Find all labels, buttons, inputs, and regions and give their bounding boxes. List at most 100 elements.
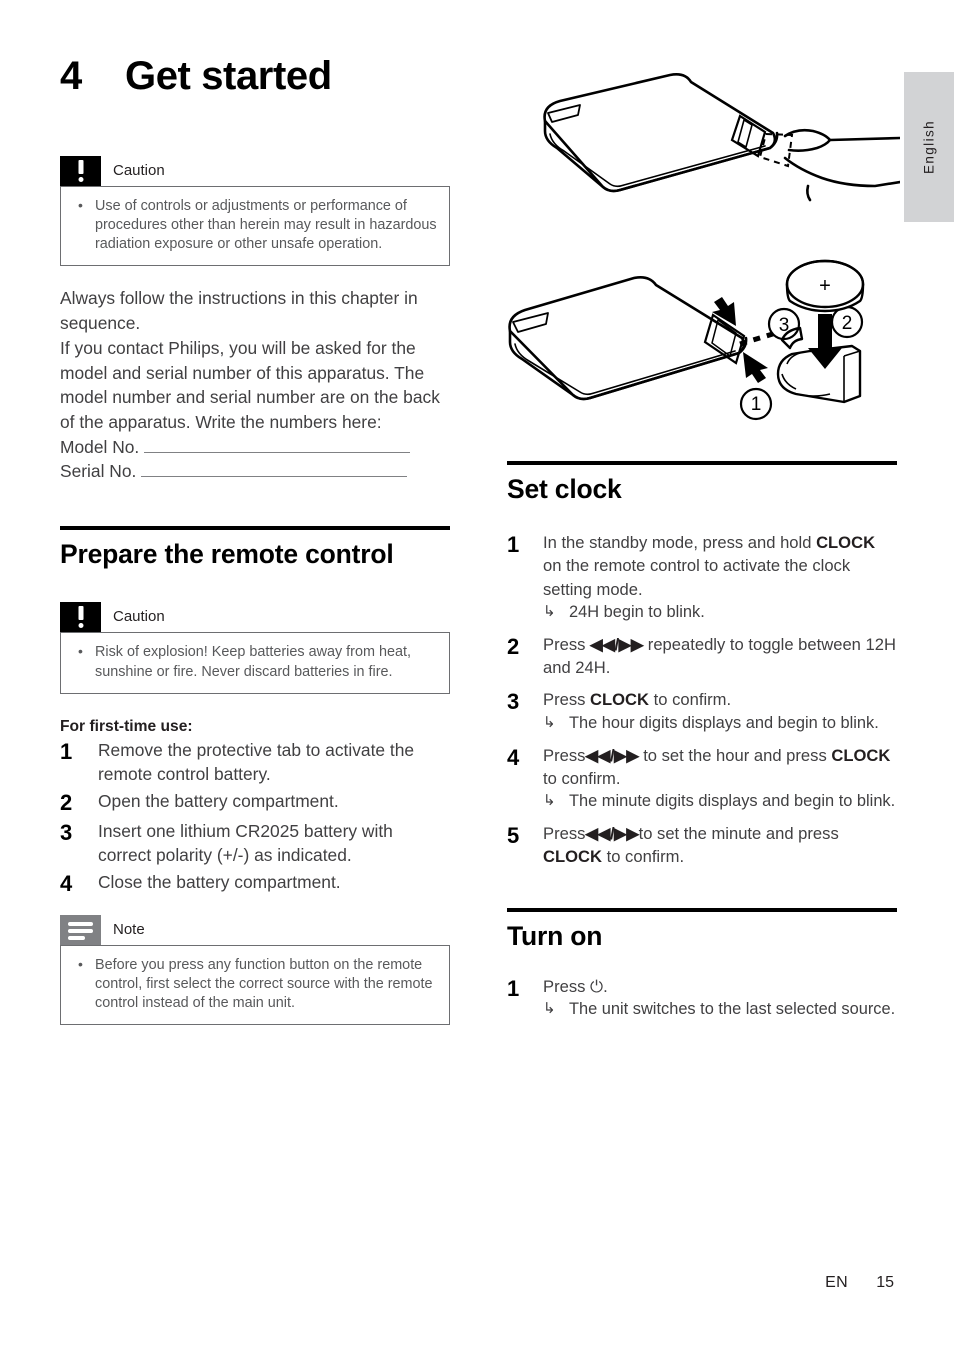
power-standby-icon: ⏻ (590, 976, 604, 996)
step-item: 4 Close the battery compartment. (60, 870, 450, 897)
step-text-pre: Press (543, 823, 586, 843)
step-item: 2 Press ◀◀/▶▶ repeatedly to toggle betwe… (507, 633, 897, 679)
chapter-number: 4 (60, 54, 82, 98)
page-footer: EN 15 (0, 1274, 954, 1292)
footer-language-code: EN (825, 1274, 848, 1291)
step-number: 1 (507, 532, 520, 558)
step-text-bold: CLOCK (816, 533, 876, 553)
step-text: In the standby mode, press and hold CLOC… (543, 531, 897, 624)
step-text-mid: to set the minute and press (638, 823, 839, 843)
intro-paragraph-1: Always follow the instructions in this c… (60, 288, 418, 334)
model-no-blank[interactable] (144, 435, 411, 453)
callout-item: Risk of explosion! Keep batteries away f… (73, 642, 437, 681)
step-text: Open the battery compartment. (98, 790, 339, 811)
step-item: 3 Insert one lithium CR2025 battery with… (60, 819, 450, 867)
caution-exclamation-icon (60, 156, 101, 186)
caution-callout-radiation: Caution Use of controls or adjustments o… (60, 156, 450, 267)
model-no-label: Model No. (60, 436, 140, 457)
step-text-post: . (603, 976, 608, 996)
language-side-tab: English (904, 72, 954, 222)
footer-page-number: 15 (876, 1274, 894, 1291)
callout-item: Before you press any function button on … (73, 955, 437, 1013)
step-text-pre: Press (543, 634, 591, 654)
callout-header: Caution (60, 156, 450, 186)
step-number: 1 (507, 975, 520, 1001)
step-text-post: to confirm. (543, 768, 621, 788)
substep-text: The hour digits displays and begin to bl… (569, 713, 879, 732)
step-number: 4 (60, 870, 73, 896)
step-text: Press CLOCK to confirm. ↳ The hour digit… (543, 688, 897, 734)
section-prepare-remote: Prepare the remote control Caution Risk … (60, 526, 450, 1026)
section-heading-set-clock: Set clock (507, 474, 622, 504)
step-text-pre: In the standby mode, press and hold (543, 533, 817, 553)
substep-text: The minute digits displays and begin to … (569, 791, 896, 810)
set-clock-steps: 1 In the standby mode, press and hold CL… (507, 531, 897, 868)
step-item: 3 Press CLOCK to confirm. ↳ The hour dig… (507, 688, 897, 734)
prev-next-track-icon: ◀◀/▶▶ (585, 823, 639, 843)
step-number: 2 (507, 633, 520, 659)
substep-arrow-icon: ↳ (543, 999, 556, 1017)
substep-text: 24H begin to blink. (569, 602, 705, 621)
model-no-line: Model No. (60, 435, 450, 460)
step-text-bold: CLOCK (590, 690, 650, 710)
section-rule (507, 461, 897, 465)
callout-header: Caution (60, 602, 450, 633)
manual-page: English 4 Get started Caution Use of con… (0, 0, 954, 1349)
step-item: 1 Remove the protective tab to activate … (60, 738, 450, 786)
step-item: 1 Press ⏻. ↳ The unit switches to the la… (507, 975, 897, 1021)
section-heading-turn-on: Turn on (507, 921, 603, 952)
step-text: Insert one lithium CR2025 battery with c… (98, 820, 393, 865)
substep-list: ↳ The minute digits displays and begin t… (543, 790, 897, 813)
step-text: Press◀◀/▶▶to set the minute and press CL… (543, 822, 897, 868)
step-item: 2 Open the battery compartment. (60, 789, 450, 816)
callout-title: Caution (113, 608, 165, 626)
chapter-name: Get started (125, 54, 332, 98)
substep-item: ↳ The minute digits displays and begin t… (543, 790, 897, 813)
substep-item: ↳ The hour digits displays and begin to … (543, 712, 897, 735)
substep-arrow-icon: ↳ (543, 602, 556, 620)
callout-header: Note (60, 914, 450, 945)
language-side-tab-label: English (921, 119, 937, 175)
section-heading-prepare-remote: Prepare the remote control (60, 539, 394, 570)
callout-body: Risk of explosion! Keep batteries away f… (60, 632, 450, 694)
step-number: 2 (60, 789, 73, 815)
step-number: 4 (507, 744, 520, 770)
step-text-bold: CLOCK (543, 847, 602, 867)
intro-paragraph-2: If you contact Philips, you will be aske… (60, 337, 440, 432)
step-text-pre: Press (543, 745, 586, 765)
step-text-post: on the remote control to activate the cl… (543, 556, 851, 599)
section-rule (60, 526, 450, 531)
substep-arrow-icon: ↳ (543, 713, 556, 731)
serial-no-label: Serial No. (60, 461, 137, 482)
serial-no-blank[interactable] (141, 460, 408, 478)
callout-body: Use of controls or adjustments or perfor… (60, 186, 450, 267)
step-number: 3 (507, 689, 520, 715)
caution-exclamation-icon (60, 602, 101, 633)
substep-list: ↳ The unit switches to the last selected… (543, 998, 897, 1021)
callout-title: Caution (113, 162, 165, 179)
chapter-title: 4 Get started (60, 54, 450, 98)
substep-item: ↳ The unit switches to the last selected… (543, 998, 897, 1021)
step-text-bold: CLOCK (831, 745, 891, 765)
serial-no-line: Serial No. (60, 459, 450, 484)
substep-item: ↳ 24H begin to blink. (543, 601, 897, 624)
subheading-first-time-use: For first-time use: (60, 717, 193, 735)
step-text: Close the battery compartment. (98, 871, 341, 892)
section-rule (507, 908, 897, 913)
step-text-pre: Press (543, 976, 591, 996)
caution-callout-battery: Caution Risk of explosion! Keep batterie… (60, 602, 450, 694)
prev-next-track-icon: ◀◀/▶▶ (590, 634, 644, 654)
step-text: Press◀◀/▶▶ to set the hour and press CLO… (543, 744, 897, 813)
callout-title: Note (113, 920, 145, 938)
turn-on-steps: 1 Press ⏻. ↳ The unit switches to the la… (507, 975, 897, 1021)
step-text: Press ◀◀/▶▶ repeatedly to toggle between… (543, 633, 897, 679)
step-text-mid: to set the hour and press (638, 745, 832, 765)
step-number: 5 (507, 822, 520, 848)
substep-list: ↳ The hour digits displays and begin to … (543, 712, 897, 735)
section-turn-on: Turn on 1 Press ⏻. ↳ The unit switches t… (507, 908, 897, 1020)
intro-paragraphs: Always follow the instructions in this c… (60, 286, 450, 484)
step-item: 5 Press◀◀/▶▶to set the minute and press … (507, 822, 897, 868)
substep-list: ↳ 24H begin to blink. (543, 601, 897, 624)
step-item: 1 In the standby mode, press and hold CL… (507, 531, 897, 624)
step-item: 4 Press◀◀/▶▶ to set the hour and press C… (507, 744, 897, 813)
